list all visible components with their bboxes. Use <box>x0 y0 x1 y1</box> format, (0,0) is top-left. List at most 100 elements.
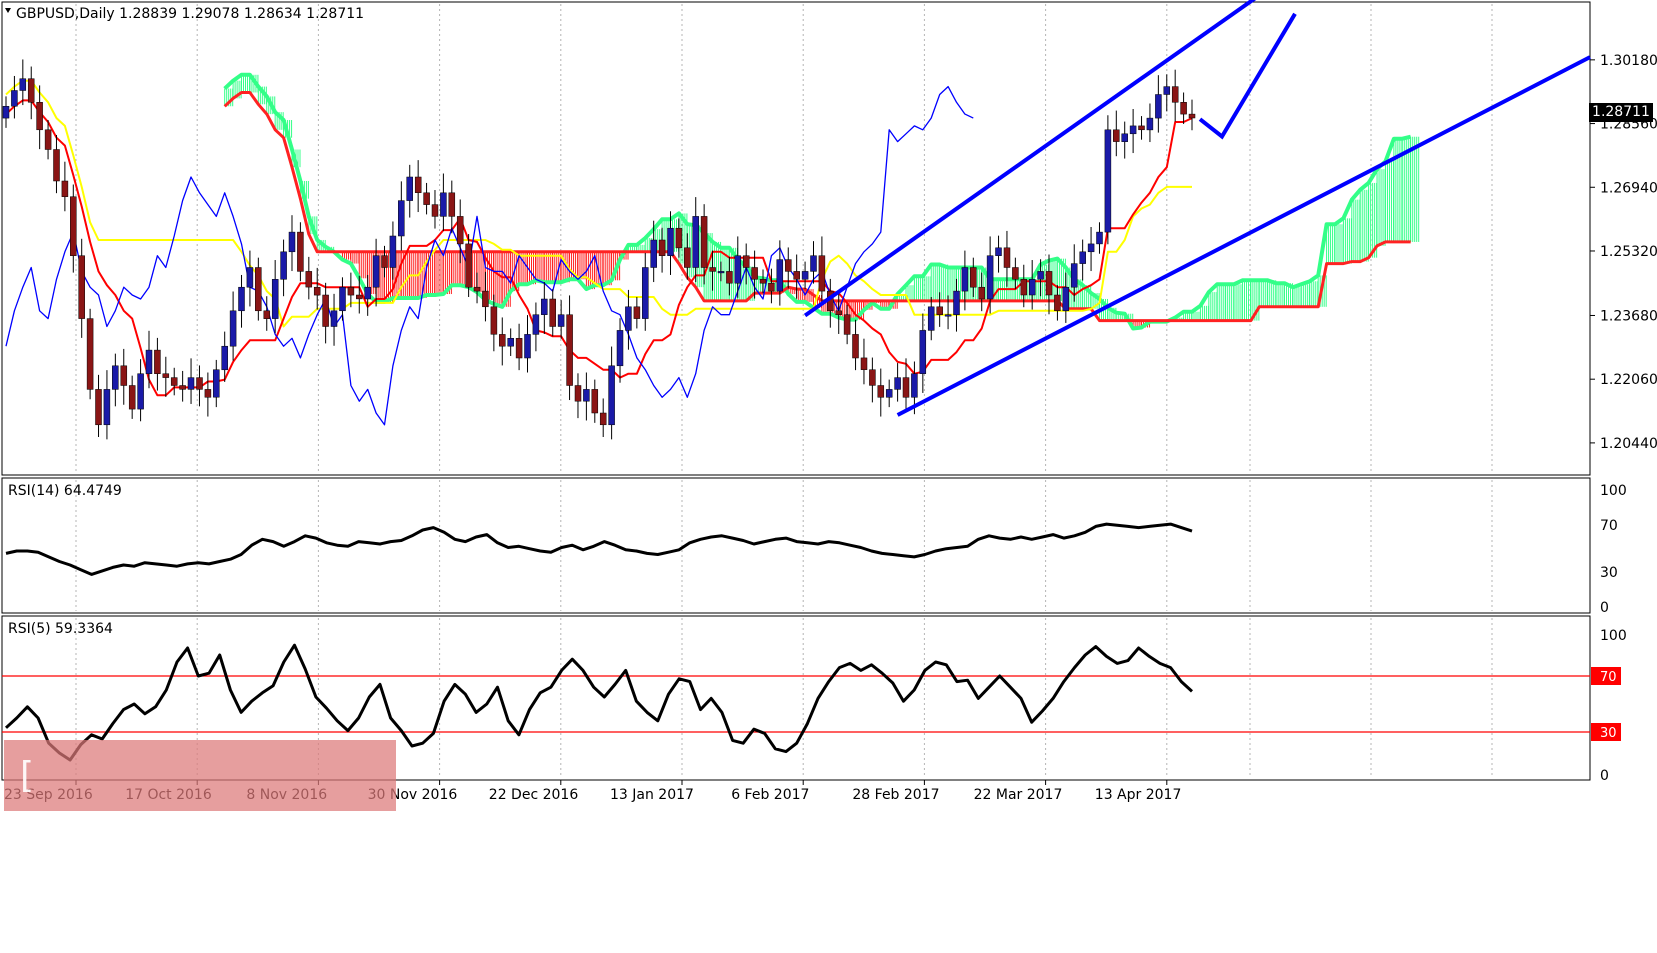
candle-body <box>137 373 144 410</box>
candle-body <box>515 338 523 359</box>
candle-body <box>448 192 456 217</box>
candle-body <box>1138 125 1145 131</box>
price-tick-label: 1.26940 <box>1600 180 1657 196</box>
chart-root: 100 70 30 0 100 70 30 0 1.30180 1.28560 1.26940 1… <box>0 0 1657 938</box>
candle-body <box>339 286 346 312</box>
candle-body <box>785 259 792 272</box>
candle-body <box>566 314 573 386</box>
date-tick-label: 6 Feb 2017 <box>731 787 809 803</box>
candle-body <box>1062 286 1070 312</box>
date-tick-label: 13 Jan 2017 <box>610 787 694 803</box>
candle-body <box>154 349 161 374</box>
candle-body <box>953 290 960 315</box>
candle-body <box>625 306 632 331</box>
candle-body <box>616 330 624 367</box>
candle-body <box>1163 86 1171 95</box>
candle-body <box>532 314 540 335</box>
candle-body <box>347 286 355 296</box>
price-tick-label: 1.30180 <box>1600 53 1657 69</box>
candle-body <box>1054 294 1061 311</box>
candle-body <box>978 286 985 300</box>
rsi5-tick-label: 0 <box>1600 768 1609 784</box>
candle-body <box>288 231 296 253</box>
candle-body <box>229 310 237 347</box>
candle-body <box>742 255 750 268</box>
candle-body <box>927 306 935 331</box>
candle-body <box>810 255 817 272</box>
candle-body <box>843 314 851 335</box>
candle-body <box>297 231 304 272</box>
symbol-header: GBPUSD,Daily 1.28839 1.29078 1.28634 1.2… <box>16 6 364 22</box>
candle-body <box>1171 86 1179 103</box>
candle-body <box>406 176 413 201</box>
candle-body <box>490 306 498 335</box>
candle-body <box>1037 271 1044 280</box>
candle-body <box>633 306 641 319</box>
rsi14-tick-label: 30 <box>1600 565 1618 581</box>
candle-body <box>330 310 338 327</box>
candle-body <box>263 310 271 319</box>
candle-body <box>961 267 969 292</box>
candle-body <box>431 204 439 217</box>
date-tick-label: 13 Apr 2017 <box>1095 787 1182 803</box>
candle-body <box>1087 243 1095 253</box>
candle-body <box>717 271 725 274</box>
candle-body <box>187 377 195 390</box>
candle-body <box>583 389 590 402</box>
candle-body <box>499 334 506 347</box>
date-tick-label: 22 Dec 2016 <box>489 787 579 803</box>
candle-body <box>1113 129 1120 142</box>
candle-body <box>162 373 170 378</box>
candle-body <box>356 294 363 300</box>
candle-body <box>541 298 548 315</box>
candle-body <box>970 267 977 288</box>
candle-body <box>877 385 885 398</box>
rsi5-title: RSI(5) 59.3364 <box>8 621 113 637</box>
candle-body <box>78 255 85 319</box>
candle-body <box>1188 113 1196 119</box>
candle-body <box>835 310 842 315</box>
candle-body <box>36 102 43 131</box>
candle-body <box>255 267 262 312</box>
candle-body <box>852 334 859 359</box>
candle-body <box>650 239 657 268</box>
candle-body <box>280 251 287 280</box>
candle-body <box>61 180 69 197</box>
candle-body <box>204 389 212 398</box>
candle-body <box>793 271 800 280</box>
candle-body <box>179 385 186 390</box>
current-price-badge: 1.28711 <box>1589 103 1653 122</box>
candle-body <box>709 267 716 272</box>
candle-body <box>944 314 952 317</box>
candle-body <box>1003 247 1011 268</box>
candle-body <box>658 239 666 256</box>
candle-body <box>414 176 422 193</box>
candle-body <box>591 389 599 414</box>
candle-body <box>1104 129 1112 233</box>
candle-body <box>734 255 742 284</box>
price-tick-label: 1.25320 <box>1600 244 1657 260</box>
candle-body <box>818 255 826 292</box>
candle-body <box>305 271 313 288</box>
candle-body <box>120 365 128 386</box>
candle-body <box>86 318 94 390</box>
candle-body <box>507 338 514 347</box>
candle-body <box>95 389 102 426</box>
rsi5-tick-label: 100 <box>1600 628 1627 644</box>
rsi-level-badge-label: 70 <box>1600 670 1617 685</box>
rsi14-tick-label: 0 <box>1600 600 1609 616</box>
candle-body <box>1028 279 1036 296</box>
candle-body <box>726 271 733 284</box>
watermark-logo: [ www.instaforex.com ] <box>4 740 401 938</box>
candle-body <box>19 78 27 91</box>
candle-body <box>608 365 615 426</box>
candle-body <box>1079 251 1086 264</box>
candle-body <box>372 255 380 288</box>
candle-body <box>885 389 893 398</box>
candle-body <box>911 373 918 398</box>
candle-body <box>675 227 683 249</box>
candle-body <box>574 385 582 402</box>
date-tick-label: 22 Mar 2017 <box>974 787 1063 803</box>
date-tick-label: 28 Feb 2017 <box>852 787 939 803</box>
rsi14-title: RSI(14) 64.4749 <box>8 483 122 499</box>
